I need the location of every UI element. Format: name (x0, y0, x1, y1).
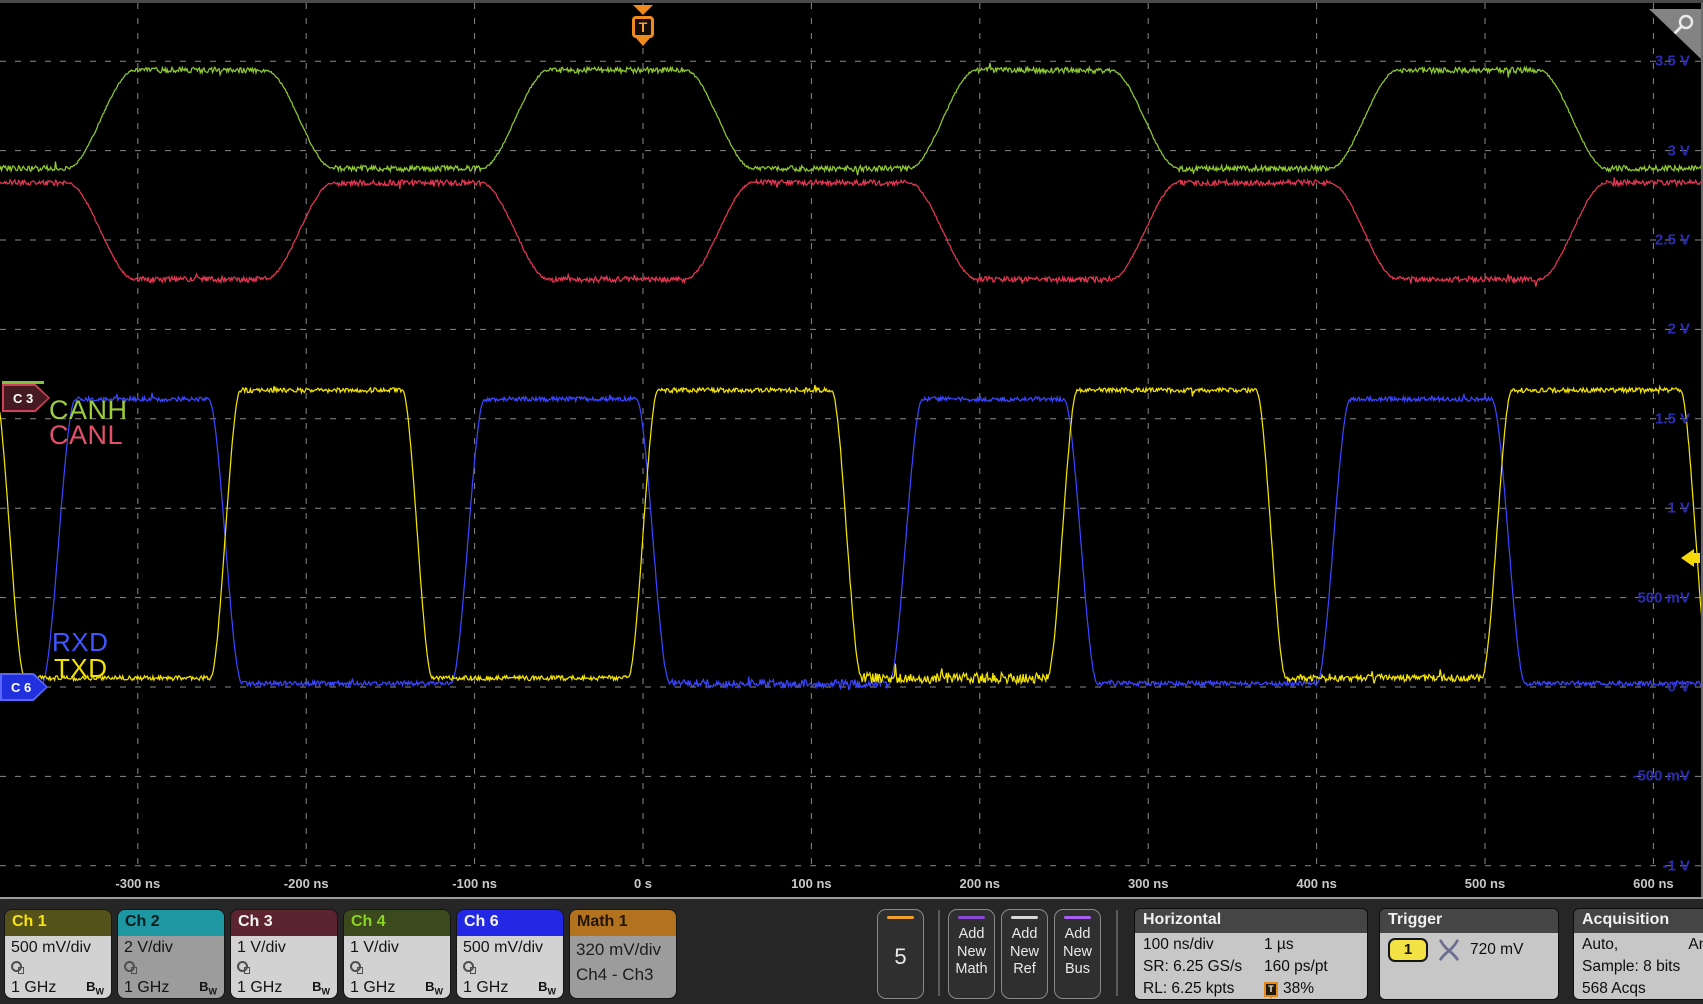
acquisition-title: Acquisition (1574, 909, 1703, 933)
channel-badge-ch6[interactable]: Ch 6 500 mV/div 1 GHz BW (456, 909, 564, 999)
probe-icon (463, 961, 474, 972)
math-accent-line (958, 916, 985, 919)
y-axis-label: -500 mV (1632, 768, 1690, 785)
trigger-t-icon: T (632, 16, 654, 38)
count-accent-line (887, 916, 914, 919)
ch3-scale: 1 V/div (237, 937, 331, 958)
canl-trace-label: CANL (49, 420, 123, 451)
acquisition-mode: Auto, (1582, 936, 1688, 954)
time-axis: -300 ns -200 ns -100 ns 0 s 100 ns 200 ns 300 … (0, 873, 1703, 897)
ch2-scale: 2 V/div (124, 937, 218, 958)
horizontal-window: 1 µs (1264, 936, 1359, 954)
y-axis-label: 500 mV (1637, 589, 1690, 606)
x-axis-label: 400 ns (1296, 876, 1336, 891)
ch6-scale: 500 mV/div (463, 937, 557, 958)
ch4-marker-stripe (2, 381, 44, 384)
count-value: 5 (878, 944, 923, 970)
channel-badge-ch2[interactable]: Ch 2 2 V/div 1 GHz BW (117, 909, 225, 999)
math1-scale: 320 mV/div (576, 937, 670, 962)
y-axis-label: -1 V (1662, 857, 1690, 874)
trigger-panel[interactable]: Trigger 1 720 mV (1379, 908, 1559, 1000)
ref-accent-line (1011, 916, 1038, 919)
trigger-level-arrow-icon (1681, 549, 1694, 567)
acquisition-count: 568 Acqs (1582, 980, 1703, 998)
channel-badge-ch1[interactable]: Ch 1 500 mV/div 1 GHz BW (4, 909, 112, 999)
add-new-bus-button[interactable]: Add New Bus (1054, 909, 1101, 999)
x-axis-label: -100 ns (452, 876, 497, 891)
y-axis-label: 2 V (1667, 321, 1690, 338)
add-new-ref-button[interactable]: Add New Ref (1001, 909, 1048, 999)
trigger-position-arrow-icon (633, 5, 653, 15)
y-axis-label: 3 V (1667, 142, 1690, 159)
ch4-scale: 1 V/div (350, 937, 444, 958)
txd-trace-label: TXD (54, 653, 108, 684)
y-axis-label: 3.5 V (1655, 53, 1690, 70)
x-axis-label: -300 ns (115, 876, 160, 891)
trigger-level-marker[interactable] (1681, 549, 1701, 567)
channel-badge-ch3[interactable]: Ch 3 1 V/div 1 GHz BW (230, 909, 338, 999)
add-new-math-button[interactable]: Add New Math (948, 909, 995, 999)
waveform-canvas (0, 3, 1703, 873)
y-axis-label: 1.5 V (1655, 410, 1690, 427)
ch2-name: Ch 2 (118, 910, 224, 936)
bandwidth-limit-icon: BW (425, 979, 443, 997)
bandwidth-limit-icon: BW (312, 979, 330, 997)
bus-accent-line (1064, 916, 1091, 919)
scope-toolbar: Ch 1 500 mV/div 1 GHz BW Ch 2 2 V/div 1 … (0, 897, 1703, 1004)
probe-icon (237, 961, 248, 972)
y-axis-label: 0 V (1667, 679, 1690, 696)
display-count-button[interactable]: 5 (877, 909, 924, 999)
record-length: RL: 6.25 kpts (1143, 980, 1264, 998)
channel-badge-math1[interactable]: Math 1 320 mV/div Ch4 - Ch3 (569, 909, 677, 999)
trace-rxd (0, 393, 1702, 690)
ch1-name: Ch 1 (5, 910, 111, 936)
horizontal-title: Horizontal (1135, 909, 1367, 933)
trigger-level-arrow-tail (1694, 553, 1700, 563)
trigger-title: Trigger (1380, 909, 1558, 933)
trace-canh (0, 63, 1702, 175)
acquisition-panel[interactable]: Acquisition Auto, Ana Sample: 8 bits 568… (1573, 908, 1703, 1000)
x-axis-label: -200 ns (284, 876, 329, 891)
bandwidth-limit-icon: BW (538, 979, 556, 997)
acquisition-sample: Sample: 8 bits (1582, 958, 1703, 976)
x-axis-label: 100 ns (791, 876, 831, 891)
horizontal-panel[interactable]: Horizontal 100 ns/div 1 µs SR: 6.25 GS/s… (1134, 908, 1368, 1000)
trigger-pin-point-icon (636, 38, 650, 46)
toolbar-separator (1116, 910, 1118, 996)
sample-rate: SR: 6.25 GS/s (1143, 958, 1264, 976)
probe-icon (11, 961, 22, 972)
ch1-scale: 500 mV/div (11, 937, 105, 958)
trace-canl (0, 177, 1702, 286)
trigger-position-icon: T (1264, 982, 1278, 997)
bandwidth-limit-icon: BW (199, 979, 217, 997)
ch4-name: Ch 4 (344, 910, 450, 936)
horizontal-scale: 100 ns/div (1143, 936, 1264, 954)
channel-badge-ch4[interactable]: Ch 4 1 V/div 1 GHz BW (343, 909, 451, 999)
acquisition-mode-extra: Ana (1688, 936, 1703, 954)
x-axis-label: 600 ns (1633, 876, 1673, 891)
ch3-name: Ch 3 (231, 910, 337, 936)
trigger-level-value: 720 mV (1470, 941, 1523, 959)
probe-icon (350, 961, 361, 972)
math1-name: Math 1 (570, 910, 676, 936)
trace-txd (0, 385, 1702, 683)
math1-source: Ch4 - Ch3 (576, 962, 670, 987)
either-edge-trigger-icon (1437, 937, 1461, 963)
toolbar-separator (938, 910, 940, 996)
x-axis-label: 200 ns (960, 876, 1000, 891)
ch6-name: Ch 6 (457, 910, 563, 936)
x-axis-label: 300 ns (1128, 876, 1168, 891)
x-axis-label: 500 ns (1465, 876, 1505, 891)
trigger-position-marker[interactable]: T (630, 3, 656, 46)
y-axis-label: 1 V (1667, 500, 1690, 517)
resolution: 160 ps/pt (1264, 958, 1359, 976)
trigger-source-badge: 1 (1388, 938, 1428, 962)
oscilloscope-screen: C 3 C 6 CANH CANL RXD TXD T 3.5 V3 V2.5 … (0, 0, 1703, 1004)
waveform-graticule[interactable]: C 3 C 6 CANH CANL RXD TXD T 3.5 V3 V2.5 … (0, 3, 1703, 873)
trigger-position-percent: 38% (1283, 980, 1314, 998)
probe-icon (124, 961, 135, 972)
y-axis-label: 2.5 V (1655, 232, 1690, 249)
x-axis-label: 0 s (634, 876, 652, 891)
bandwidth-limit-icon: BW (86, 979, 104, 997)
